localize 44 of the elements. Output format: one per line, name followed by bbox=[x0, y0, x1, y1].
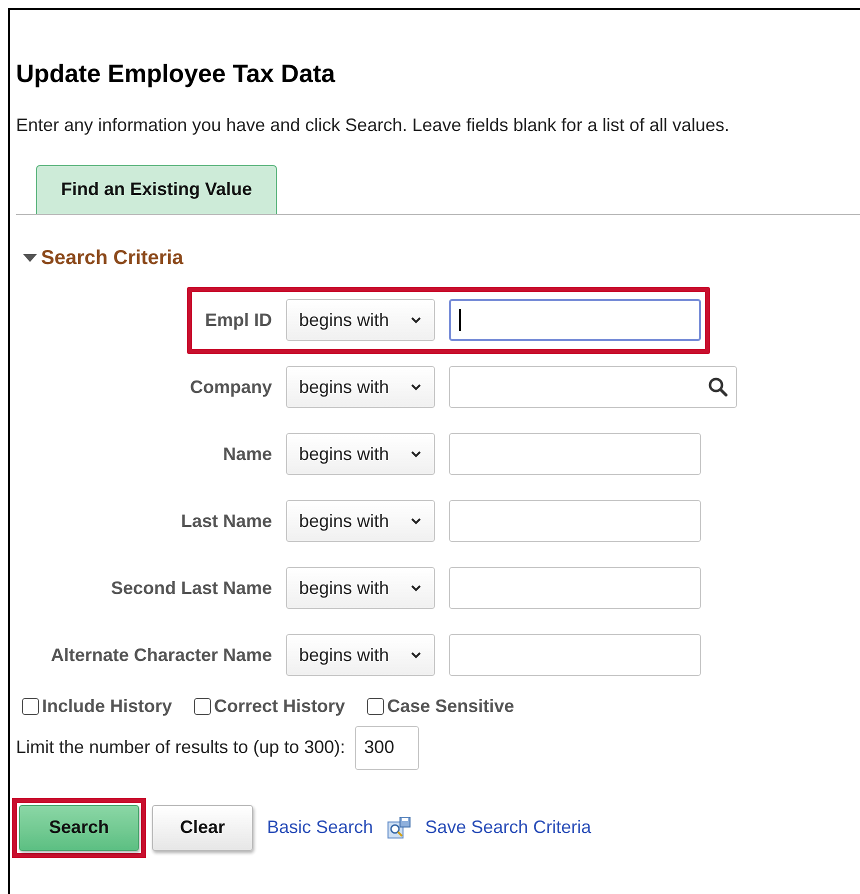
page-title: Update Employee Tax Data bbox=[16, 59, 336, 90]
checkbox-label: Correct History bbox=[214, 694, 346, 718]
checkbox-label: Case Sensitive bbox=[387, 694, 514, 718]
field-label: Name bbox=[222, 442, 272, 466]
input-field[interactable] bbox=[449, 500, 701, 542]
chevron-icon bbox=[410, 316, 422, 324]
operator-select[interactable]: begins with bbox=[286, 433, 435, 475]
tab[interactable]: Find an Existing Value bbox=[36, 164, 278, 214]
input-field[interactable] bbox=[449, 433, 701, 475]
chevron-icon bbox=[410, 584, 422, 592]
operator-select[interactable]: begins with bbox=[286, 366, 435, 408]
field-label: Alternate Character Name bbox=[50, 644, 272, 666]
link[interactable]: Save Search Criteria bbox=[387, 814, 592, 841]
search-button[interactable]: Search bbox=[19, 804, 139, 850]
clear-button[interactable]: Clear bbox=[152, 804, 253, 850]
operator-select[interactable]: begins with bbox=[286, 567, 435, 609]
checkbox[interactable] bbox=[194, 698, 212, 714]
field-label: Company bbox=[188, 376, 272, 399]
operator-select[interactable]: begins with bbox=[286, 500, 435, 542]
checkbox-label: Include History bbox=[42, 694, 172, 718]
section-heading: Search Criteria bbox=[41, 246, 184, 270]
search-icon bbox=[708, 377, 728, 397]
checkbox[interactable] bbox=[367, 698, 384, 714]
triangle-icon[interactable] bbox=[23, 252, 37, 262]
save-search-icon bbox=[387, 816, 412, 838]
field-label: Empl ID bbox=[204, 308, 272, 332]
checkbox[interactable] bbox=[22, 698, 39, 714]
operator-select[interactable]: begins with bbox=[286, 299, 435, 341]
input-field[interactable] bbox=[449, 567, 701, 609]
input-field[interactable] bbox=[449, 634, 701, 676]
text-cursor bbox=[459, 309, 461, 331]
chevron-icon bbox=[410, 383, 422, 391]
field-label: Last Name bbox=[180, 510, 272, 532]
chevron-icon bbox=[410, 517, 422, 525]
field-label: Second Last Name bbox=[110, 576, 272, 600]
chevron-icon bbox=[410, 450, 422, 458]
input-field[interactable] bbox=[449, 299, 701, 341]
limit-label: Limit the number of results to (up to 300): bbox=[16, 736, 346, 759]
chevron-icon bbox=[410, 651, 422, 659]
lookup-field[interactable] bbox=[449, 366, 737, 408]
operator-select[interactable]: begins with bbox=[286, 634, 435, 676]
link[interactable]: Basic Search bbox=[267, 814, 374, 841]
instructions-text: Enter any information you have and click Search. Leave fields blank for a list of all values. bbox=[16, 114, 730, 137]
limit-field[interactable]: 300 bbox=[355, 726, 420, 770]
